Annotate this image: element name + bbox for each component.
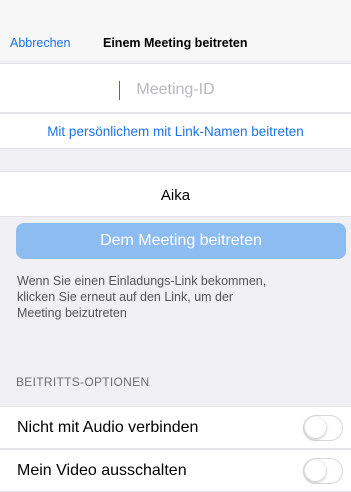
video-toggle[interactable] bbox=[303, 458, 343, 484]
join-meeting-button[interactable]: Dem Meeting beitreten bbox=[16, 223, 346, 259]
toggle-knob bbox=[305, 417, 326, 438]
navigation-bar: Abbrechen Einem Meeting beitreten bbox=[0, 0, 351, 60]
section-header-join-options: BEITRITTS-OPTIONEN bbox=[16, 375, 150, 389]
option-label: Mein Video ausschalten bbox=[17, 462, 187, 479]
option-row-no-audio: Nicht mit Audio verbinden bbox=[0, 406, 351, 449]
personal-link-button[interactable]: Mit persönlichem mit Link-Namen beitrete… bbox=[0, 124, 351, 139]
info-line: klicken Sie erneut auf den Link, um der bbox=[17, 290, 234, 304]
page-title: Einem Meeting beitreten bbox=[103, 36, 248, 50]
display-name-value: Aika bbox=[160, 187, 191, 204]
option-label: Nicht mit Audio verbinden bbox=[17, 419, 199, 436]
audio-toggle[interactable] bbox=[303, 415, 343, 441]
display-name-field[interactable]: Aika bbox=[0, 171, 351, 217]
info-line: Wenn Sie einen Einladungs-Link bekommen, bbox=[17, 274, 267, 288]
cancel-button[interactable]: Abbrechen bbox=[10, 36, 70, 50]
option-row-video-off: Mein Video ausschalten bbox=[0, 449, 351, 492]
invitation-info-text: Wenn Sie einen Einladungs-Link bekommen,… bbox=[17, 273, 337, 321]
toggle-knob bbox=[305, 460, 326, 481]
meeting-id-placeholder: Meeting-ID bbox=[136, 81, 215, 98]
meeting-id-field[interactable]: Meeting-ID bbox=[0, 63, 351, 113]
personal-link-row[interactable]: Mit persönlichem mit Link-Namen beitrete… bbox=[0, 113, 351, 149]
info-line: Meeting beizutreten bbox=[17, 306, 127, 320]
